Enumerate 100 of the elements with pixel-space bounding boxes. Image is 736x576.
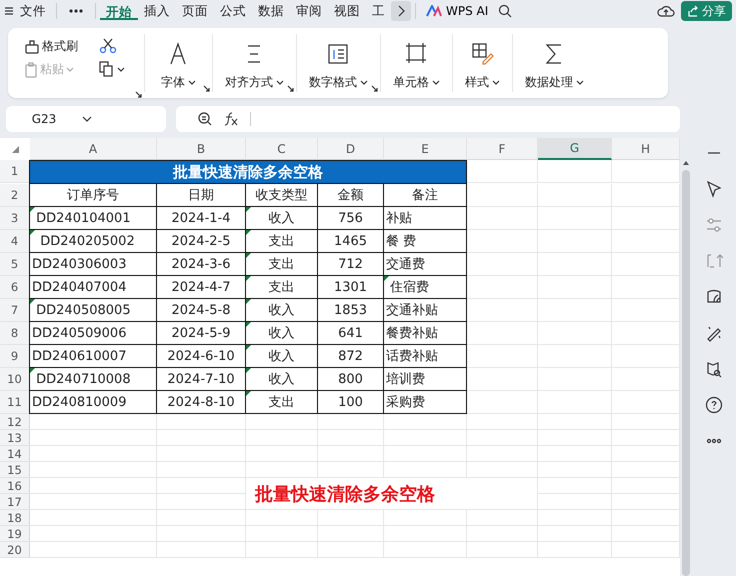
- scroll-right-button[interactable]: [391, 1, 411, 21]
- zoom-icon[interactable]: [198, 112, 212, 126]
- ai-button[interactable]: WPS AI: [420, 4, 494, 18]
- scrollbar-thumb[interactable]: [682, 170, 690, 576]
- table-cell: 1465: [318, 230, 384, 253]
- table-cell: 2024-8-10: [157, 391, 246, 414]
- table-cell: 采购费: [384, 391, 467, 414]
- ribbon-group-button[interactable]: 数字格式: [309, 42, 368, 91]
- menu-tab[interactable]: 插入: [138, 1, 176, 21]
- menu-tab[interactable]: 审阅: [290, 1, 328, 21]
- ribbon-group-button[interactable]: 样式: [465, 42, 500, 91]
- table-cell: DD240710008: [29, 368, 157, 391]
- row-header[interactable]: 4: [0, 230, 30, 253]
- row-header[interactable]: 9: [0, 345, 30, 368]
- pointer-icon[interactable]: [705, 180, 723, 198]
- cloud-upload-icon[interactable]: [657, 4, 675, 18]
- menu-tab[interactable]: 开始: [100, 2, 138, 20]
- scroll-up-icon[interactable]: [682, 160, 690, 166]
- empty-cell: [246, 414, 318, 430]
- scissors-icon[interactable]: [99, 38, 117, 54]
- table-cell: 756: [318, 207, 384, 230]
- table-cell: 住宿费: [384, 276, 467, 299]
- formula-input[interactable]: [176, 106, 680, 132]
- empty-cell: [467, 446, 538, 462]
- table-cell: DD240508005: [29, 299, 157, 322]
- table-cell: 2024-5-9: [157, 322, 246, 345]
- launcher-icon[interactable]: [203, 85, 210, 92]
- row-header[interactable]: 18: [0, 510, 30, 526]
- help-icon[interactable]: [705, 396, 723, 414]
- table-cell: 800: [318, 368, 384, 391]
- share-arrow-icon: [687, 5, 699, 17]
- row-header[interactable]: 6: [0, 276, 30, 299]
- row-header[interactable]: 10: [0, 368, 30, 391]
- row-header[interactable]: 20: [0, 542, 30, 558]
- row-header[interactable]: 3: [0, 207, 30, 230]
- table-cell: 收入: [246, 207, 318, 230]
- format-painter-button[interactable]: 格式刷: [24, 38, 89, 55]
- caret-icon: [276, 80, 284, 86]
- table-cell: 支出: [246, 253, 318, 276]
- column-header[interactable]: H: [612, 138, 680, 160]
- ribbon-group-button[interactable]: 字体: [161, 42, 196, 91]
- column-header[interactable]: A: [30, 138, 157, 160]
- row-header[interactable]: 15: [0, 462, 30, 478]
- table-cell: 餐 费: [384, 230, 467, 253]
- row-header[interactable]: 2: [0, 184, 30, 207]
- column-header[interactable]: C: [246, 138, 318, 160]
- row-header[interactable]: 8: [0, 322, 30, 345]
- book-search-icon[interactable]: [705, 360, 723, 378]
- table-cell: DD240509006: [29, 322, 157, 345]
- table-cell: 收入: [246, 299, 318, 322]
- row-header[interactable]: 17: [0, 494, 30, 510]
- chevron-right-icon: [397, 5, 405, 17]
- table-cell: DD240104001: [29, 207, 157, 230]
- more-icon[interactable]: [69, 9, 83, 13]
- launcher-icon[interactable]: [135, 91, 142, 98]
- table-cell: 1853: [318, 299, 384, 322]
- fx-icon[interactable]: [224, 112, 238, 126]
- row-header[interactable]: 12: [0, 414, 30, 430]
- launcher-icon[interactable]: [371, 85, 378, 92]
- table-cell: 交通费: [384, 253, 467, 276]
- menu-tab[interactable]: 文件: [14, 1, 52, 21]
- row-header[interactable]: 7: [0, 299, 30, 322]
- ribbon-group-button[interactable]: 单元格: [393, 42, 440, 91]
- table-cell: DD240610007: [29, 345, 157, 368]
- empty-cell: [467, 345, 538, 368]
- share-button[interactable]: 分享: [681, 1, 732, 21]
- search-icon[interactable]: [498, 4, 512, 18]
- table-cell: 1301: [318, 276, 384, 299]
- column-header[interactable]: B: [157, 138, 246, 160]
- name-box[interactable]: G23: [6, 106, 166, 132]
- row-header[interactable]: 14: [0, 446, 30, 462]
- column-header[interactable]: E: [384, 138, 467, 160]
- menu-tab[interactable]: 工: [366, 1, 391, 21]
- column-header[interactable]: D: [318, 138, 384, 160]
- launcher-icon[interactable]: [287, 85, 294, 92]
- table-cell: 872: [318, 345, 384, 368]
- ribbon-group-button[interactable]: 对齐方式: [225, 42, 284, 91]
- menu-tab[interactable]: 公式: [214, 1, 252, 21]
- overlay-caption: 批量快速清除多余空格: [255, 482, 435, 506]
- menu-icon[interactable]: [4, 6, 14, 16]
- row-header[interactable]: 11: [0, 391, 30, 414]
- row-header[interactable]: 13: [0, 430, 30, 446]
- menu-tab[interactable]: 页面: [176, 1, 214, 21]
- row-header[interactable]: 19: [0, 526, 30, 542]
- row-header[interactable]: 5: [0, 253, 30, 276]
- empty-cell: [467, 414, 538, 430]
- magic-wand-icon[interactable]: [705, 324, 723, 342]
- sliders-icon[interactable]: [705, 216, 723, 234]
- menu-tab[interactable]: 视图: [328, 1, 366, 21]
- row-header[interactable]: 16: [0, 478, 30, 494]
- row-header[interactable]: 1: [0, 160, 30, 183]
- menu-tab[interactable]: 数据: [252, 1, 290, 21]
- empty-cell: [467, 368, 538, 391]
- column-title: 备注: [384, 184, 467, 207]
- column-header[interactable]: F: [467, 138, 538, 160]
- copy-dropdown-icon[interactable]: [99, 61, 125, 77]
- empty-cell: [318, 526, 384, 542]
- ribbon-group-button[interactable]: 数据处理: [525, 42, 584, 91]
- column-header[interactable]: G: [538, 138, 612, 160]
- caret-icon: [82, 116, 92, 122]
